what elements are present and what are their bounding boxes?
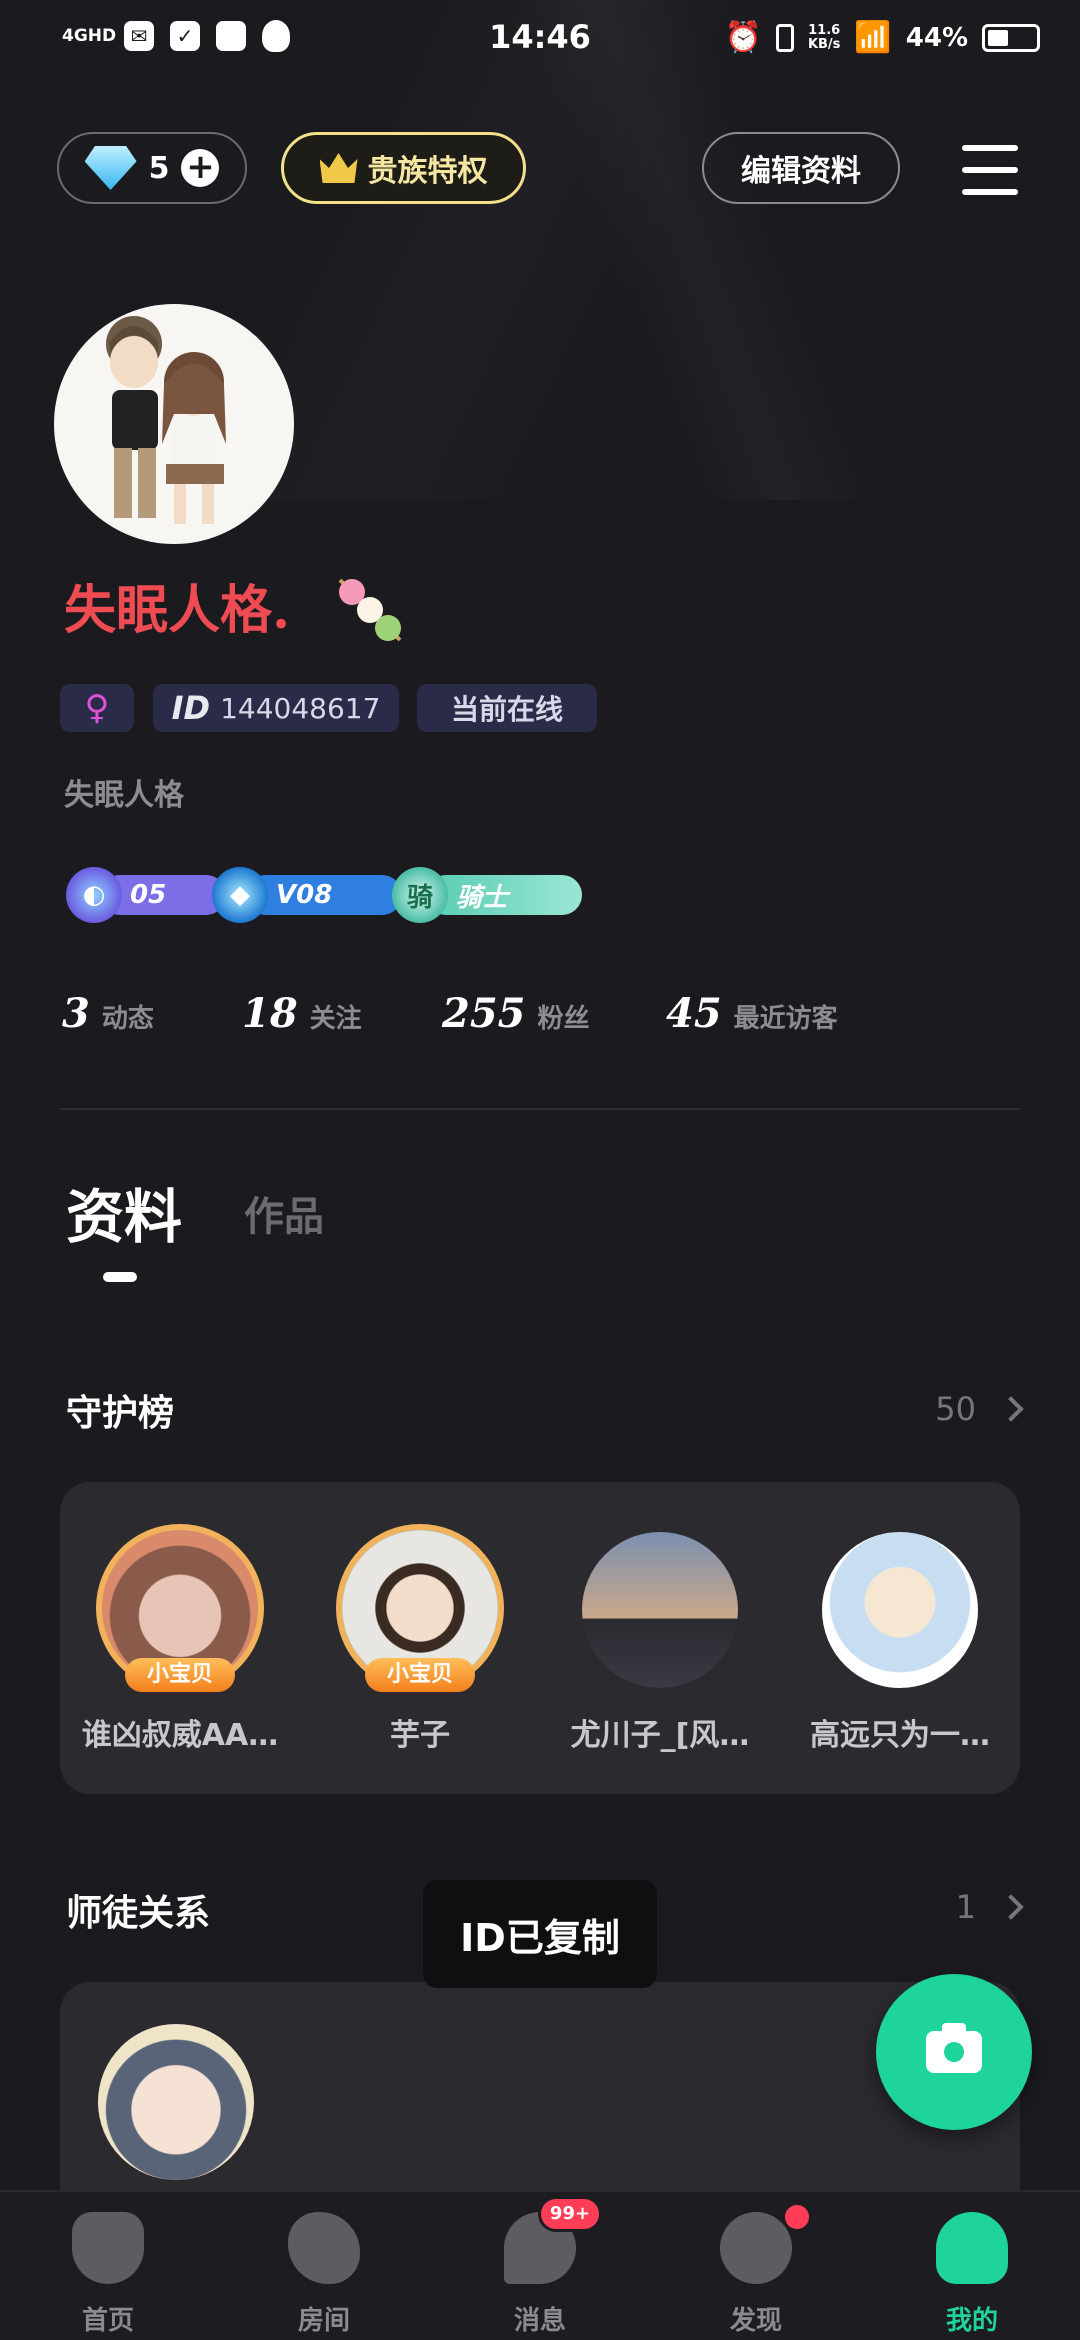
id-prefix: ID (171, 689, 211, 727)
profile-avatar[interactable] (54, 304, 294, 544)
speed-value: 11.6 (808, 22, 841, 38)
tab-works[interactable]: 作品 (244, 1184, 324, 1242)
noble-privilege-button[interactable]: 贵族特权 (281, 132, 526, 204)
stat-value: 255 (442, 990, 526, 1037)
stat-label: 关注 (309, 1004, 362, 1034)
id-value: 144048617 (220, 691, 381, 725)
nav-label: 消息 (513, 2306, 566, 2336)
knight-badge[interactable]: 骑 骑士 (392, 867, 582, 923)
wifi-icon: 📶 (854, 20, 892, 55)
nav-mine[interactable]: 我的 (864, 2192, 1080, 2340)
stat-label: 最近访客 (733, 1004, 838, 1034)
nav-label: 首页 (81, 2306, 134, 2336)
guard-avatar (582, 1532, 738, 1688)
guard-avatar (822, 1532, 978, 1688)
nav-home[interactable]: 首页 (0, 2192, 216, 2340)
stat-posts[interactable]: 3 动态 (62, 990, 154, 1037)
chevron-right-icon (998, 1894, 1024, 1920)
copied-toast: ID已复制 (423, 1880, 657, 1988)
nav-label: 发现 (729, 2306, 782, 2336)
nav-room[interactable]: 房间 (216, 2192, 432, 2340)
mentor-section-more[interactable]: 1 (955, 1888, 1024, 1926)
avatar-illustration (106, 316, 226, 524)
nickname: 失眠人格. (64, 580, 291, 641)
battery-percent: 44% (905, 22, 968, 53)
guard-section-title: 守护榜 (66, 1392, 175, 1434)
vibrate-icon (775, 23, 794, 52)
online-status-tag: 当前在线 (417, 684, 597, 732)
stat-label: 动态 (101, 1004, 154, 1034)
camera-icon (926, 2023, 982, 2073)
guard-section-more[interactable]: 50 (935, 1390, 1024, 1428)
guard-card: 小宝贝 谁凶叔威AA… 小宝贝 芋子 尤川子_[风… 高远只为一… (60, 1482, 1020, 1794)
guard-ribbon: 小宝贝 (365, 1658, 475, 1692)
guard-name: 高远只为一… (810, 1718, 990, 1753)
knight-emblem-icon: 骑 (392, 867, 448, 923)
mentor-avatar[interactable] (98, 2024, 254, 2180)
guard-ribbon: 小宝贝 (125, 1658, 235, 1692)
planet-icon (720, 2212, 792, 2284)
noble-label: 贵族特权 (367, 154, 488, 189)
menu-line (962, 167, 1018, 173)
battery-level (988, 29, 1008, 46)
menu-line (962, 189, 1018, 195)
discover-dot-badge (782, 2202, 812, 2232)
stat-followers[interactable]: 255 粉丝 (442, 990, 590, 1037)
profile-stats: 3 动态 18 关注 255 粉丝 45 最近访客 (62, 990, 1022, 1050)
guard-name: 谁凶叔威AA… (81, 1718, 279, 1753)
menu-line (962, 145, 1018, 151)
status-bar: 4GHD ✉ ✓ 14:46 ⏰ 11.6 KB/s 📶 44% (0, 0, 1080, 80)
divider (60, 1108, 1020, 1110)
user-id-tag[interactable]: ID 144048617 (153, 684, 399, 732)
stat-label: 粉丝 (537, 1004, 590, 1034)
diamond-balance-button[interactable]: 5 + (57, 132, 247, 204)
diamond-count: 5 (148, 150, 170, 186)
menu-icon[interactable] (962, 145, 1018, 195)
message-count-badge: 99+ (538, 2196, 602, 2232)
vip-emblem-icon: ◆ (212, 867, 268, 923)
speed-unit: KB/s (807, 36, 841, 52)
stat-value: 18 (242, 990, 298, 1037)
level-badge[interactable]: ◐ 05 (66, 867, 226, 923)
stat-value: 3 (62, 990, 90, 1037)
guard-name: 尤川子_[风… (570, 1718, 750, 1753)
vip-badge-label: V08 (246, 875, 402, 915)
mentor-section-title: 师徒关系 (66, 1892, 211, 1934)
alarm-icon: ⏰ (724, 20, 762, 55)
dango-emoji-icon (338, 578, 402, 642)
vip-badge[interactable]: ◆ V08 (212, 867, 402, 923)
guard-name: 芋子 (390, 1718, 450, 1753)
tab-indicator (103, 1272, 137, 1282)
profile-signature: 失眠人格 (64, 778, 184, 813)
tab-profile-info[interactable]: 资料 (66, 1170, 182, 1254)
stat-following[interactable]: 18 关注 (242, 990, 362, 1037)
gender-tag: ♀ (60, 684, 134, 732)
chevron-right-icon (998, 1396, 1024, 1422)
profile-icon (936, 2212, 1008, 2284)
mask-icon (72, 2212, 144, 2284)
battery-icon (982, 23, 1040, 52)
camera-button[interactable] (876, 1974, 1032, 2130)
room-icon (288, 2212, 360, 2284)
crown-icon (319, 153, 358, 183)
knight-badge-label: 骑士 (426, 875, 582, 915)
plus-icon[interactable]: + (181, 149, 220, 187)
guard-count: 50 (935, 1390, 976, 1428)
stat-value: 45 (666, 990, 722, 1037)
nav-label: 我的 (945, 2306, 998, 2336)
nav-label: 房间 (297, 2306, 350, 2336)
status-right: ⏰ 11.6 KB/s 📶 44% (725, 20, 1040, 55)
diamond-icon (84, 146, 137, 190)
level-emblem-icon: ◐ (66, 867, 122, 923)
stat-visitors[interactable]: 45 最近访客 (666, 990, 838, 1037)
mentor-card (60, 1982, 1020, 2190)
mentor-count: 1 (955, 1888, 976, 1926)
network-speed: 11.6 KB/s (807, 22, 841, 52)
nav-discover[interactable]: 发现 (648, 2192, 864, 2340)
edit-profile-button[interactable]: 编辑资料 (702, 132, 900, 204)
